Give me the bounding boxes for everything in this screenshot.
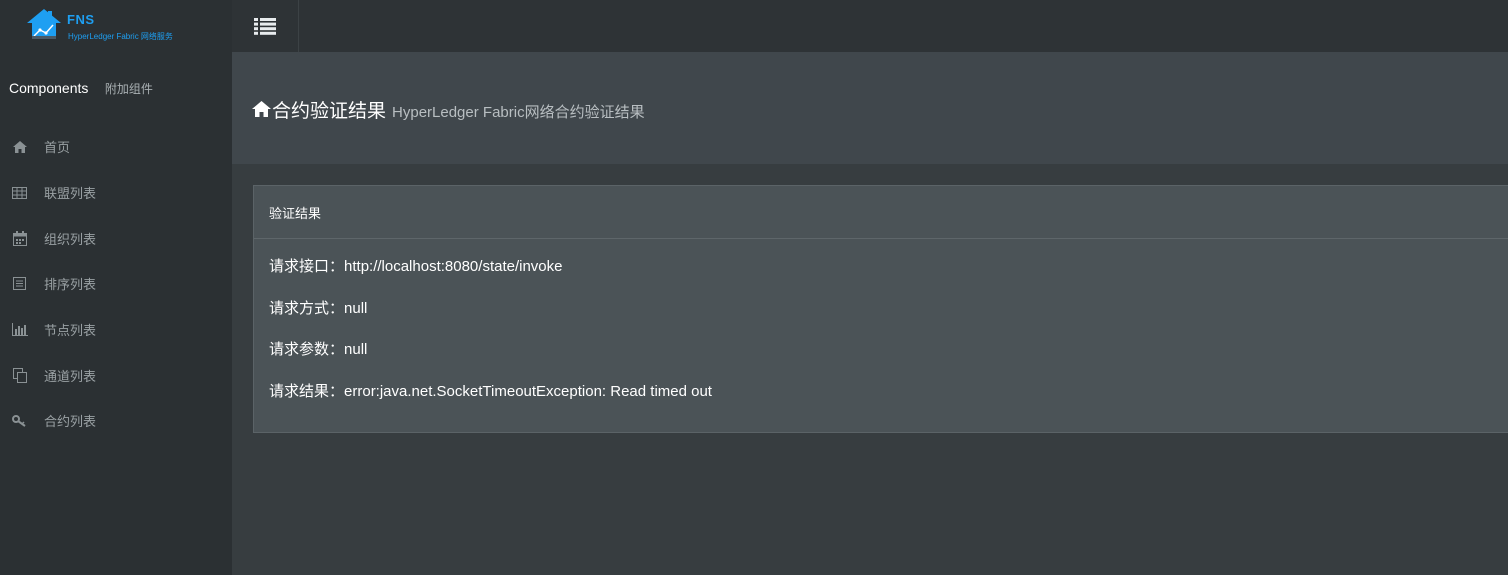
- row-value: null: [344, 341, 368, 359]
- sidebar-item-channels[interactable]: 通道列表: [0, 352, 232, 398]
- sidebar-item-label: 联盟列表: [44, 186, 97, 202]
- sidebar-item-label: 合约列表: [44, 414, 97, 430]
- result-row-params: 请求参数：null: [269, 338, 1508, 380]
- sidebar-item-organizations[interactable]: 组织列表: [0, 215, 232, 261]
- row-label: 请求结果：: [269, 383, 345, 401]
- sidebar-toggle-button[interactable]: [232, 0, 299, 52]
- brand-subtitle: HyperLedger Fabric 网络服务: [68, 32, 173, 41]
- sidebar-item-label: 组织列表: [44, 231, 97, 247]
- sidebar: FNS HyperLedger Fabric 网络服务 Components 附…: [0, 0, 232, 575]
- sidebar-item-contracts[interactable]: 合约列表: [0, 398, 232, 444]
- sidebar-item-label: 节点列表: [44, 323, 97, 339]
- page-title: 合约验证结果 HyperLedger Fabric网络合约验证结果: [252, 96, 645, 123]
- row-label: 请求接口：: [269, 258, 345, 275]
- row-value: http://localhost:8080/state/invoke: [344, 258, 563, 275]
- result-row-endpoint: 请求接口：http://localhost:8080/state/invoke: [269, 255, 1508, 297]
- sidebar-item-peers[interactable]: 节点列表: [0, 307, 232, 353]
- menu-list-icon: [254, 17, 276, 35]
- table-icon: [11, 185, 28, 201]
- row-label: 请求参数：: [269, 341, 345, 359]
- home-icon: [11, 139, 28, 155]
- copy-icon: [11, 367, 28, 383]
- sidebar-section-subtitle: 附加组件: [104, 82, 153, 96]
- sidebar-item-label: 通道列表: [44, 368, 97, 384]
- list-alt-icon: [11, 276, 28, 292]
- row-value: null: [344, 299, 368, 317]
- result-row-method: 请求方式：null: [269, 297, 1508, 339]
- top-bar: [232, 0, 1508, 52]
- panel-body: 请求接口：http://localhost:8080/state/invoke …: [254, 239, 1508, 422]
- brand-logo[interactable]: FNS HyperLedger Fabric 网络服务: [26, 8, 206, 44]
- sidebar-item-orderers[interactable]: 排序列表: [0, 261, 232, 307]
- panel-heading: 验证结果: [254, 186, 1508, 239]
- brand-title: FNS: [67, 12, 95, 27]
- sidebar-section-title: Components: [9, 80, 89, 96]
- bar-chart-icon: [11, 322, 28, 338]
- result-row-result: 请求结果：error:java.net.SocketTimeoutExcepti…: [269, 380, 1508, 422]
- page-title-text: 合约验证结果: [272, 101, 387, 122]
- sidebar-item-label: 排序列表: [44, 277, 97, 293]
- page-header: 合约验证结果 HyperLedger Fabric网络合约验证结果: [232, 52, 1508, 164]
- key-icon: [11, 413, 28, 429]
- house-logo-icon: [27, 9, 61, 39]
- sidebar-nav: 首页 联盟列表 组织列表 排序列表 节点列表 通道列表 合约列表: [0, 124, 232, 444]
- sidebar-section-header: Components 附加组件: [9, 80, 153, 98]
- result-panel: 验证结果 请求接口：http://localhost:8080/state/in…: [253, 185, 1508, 433]
- sidebar-item-home[interactable]: 首页: [0, 124, 232, 170]
- row-label: 请求方式：: [269, 299, 345, 317]
- home-icon: [252, 101, 271, 118]
- row-value: error:java.net.SocketTimeoutException: R…: [344, 383, 712, 401]
- sidebar-item-alliances[interactable]: 联盟列表: [0, 170, 232, 216]
- calendar-icon: [11, 230, 28, 246]
- page-subtitle: HyperLedger Fabric网络合约验证结果: [392, 104, 645, 121]
- sidebar-item-label: 首页: [44, 140, 71, 156]
